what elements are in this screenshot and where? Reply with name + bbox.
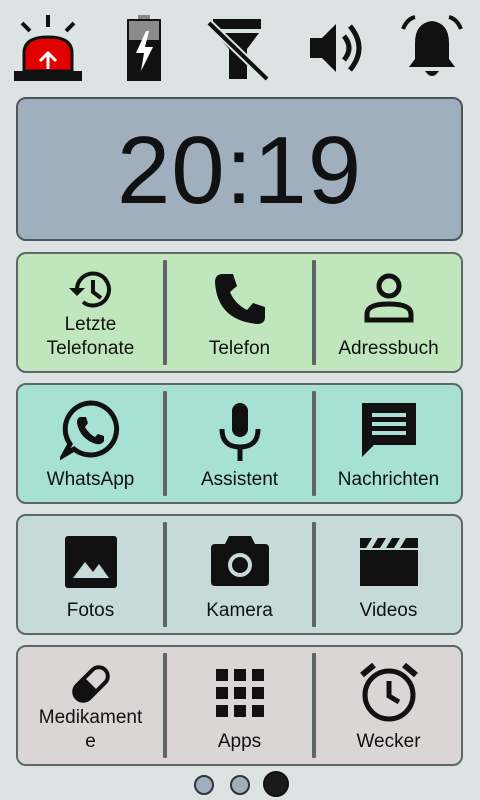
volume-icon[interactable]: [296, 10, 376, 86]
tile-label: Adressbuch: [338, 338, 439, 359]
tile-label: Kamera: [206, 600, 273, 621]
tile-label: Letzte Telefonate: [46, 314, 135, 359]
apps-grid-icon: [167, 667, 312, 719]
tile-label: Wecker: [356, 731, 421, 752]
phone-icon: [167, 270, 312, 328]
pill-icon: [18, 661, 163, 707]
tile-alarm[interactable]: Wecker: [316, 647, 461, 764]
microphone-icon: [167, 401, 312, 463]
tile-camera[interactable]: Kamera: [167, 516, 312, 633]
tile-recent-calls[interactable]: Letzte Telefonate: [18, 254, 163, 371]
tile-phone[interactable]: Telefon: [167, 254, 312, 371]
bell-icon[interactable]: [392, 10, 472, 86]
tile-label: Videos: [359, 600, 418, 621]
tile-label: Assistent: [200, 469, 279, 490]
tile-messages[interactable]: Nachrichten: [316, 385, 461, 502]
clapperboard-icon: [316, 536, 461, 588]
tile-label: WhatsApp: [46, 469, 135, 490]
battery-charging-icon: [104, 10, 184, 86]
page-dot-1[interactable]: [194, 775, 214, 795]
tile-photos[interactable]: Fotos: [18, 516, 163, 633]
tile-row-communication: WhatsApp Assistent Nachrichten: [16, 383, 463, 504]
history-icon: [18, 266, 163, 314]
tile-label: Telefon: [208, 338, 271, 359]
message-icon: [316, 399, 461, 461]
tile-medication[interactable]: Medikament e: [18, 647, 163, 764]
tile-label: Apps: [217, 731, 262, 752]
status-bar: [0, 0, 480, 96]
flashlight-off-icon[interactable]: [198, 10, 278, 86]
tile-label: Fotos: [66, 600, 115, 621]
tile-whatsapp[interactable]: WhatsApp: [18, 385, 163, 502]
emergency-light-icon[interactable]: [8, 10, 88, 86]
tile-videos[interactable]: Videos: [316, 516, 461, 633]
camera-icon: [167, 534, 312, 588]
page-dot-2[interactable]: [230, 775, 250, 795]
tile-assistant[interactable]: Assistent: [167, 385, 312, 502]
clock-panel[interactable]: 20:19: [16, 97, 463, 241]
clock-time: 20:19: [116, 117, 363, 224]
tile-row-tools: Medikament e Apps Wecker: [16, 645, 463, 766]
image-icon: [18, 534, 163, 590]
alarm-clock-icon: [316, 661, 461, 723]
tile-apps[interactable]: Apps: [167, 647, 312, 764]
tile-address-book[interactable]: Adressbuch: [316, 254, 461, 371]
tile-label: Medikament e: [38, 707, 143, 752]
page-indicator: [0, 771, 480, 797]
tile-row-calls: Letzte Telefonate Telefon Adressbuch: [16, 252, 463, 373]
page-dot-3-active[interactable]: [263, 771, 289, 797]
tile-label: Nachrichten: [337, 469, 440, 490]
tile-row-media: Fotos Kamera Videos: [16, 514, 463, 635]
person-icon: [316, 272, 461, 326]
whatsapp-icon: [18, 399, 163, 461]
